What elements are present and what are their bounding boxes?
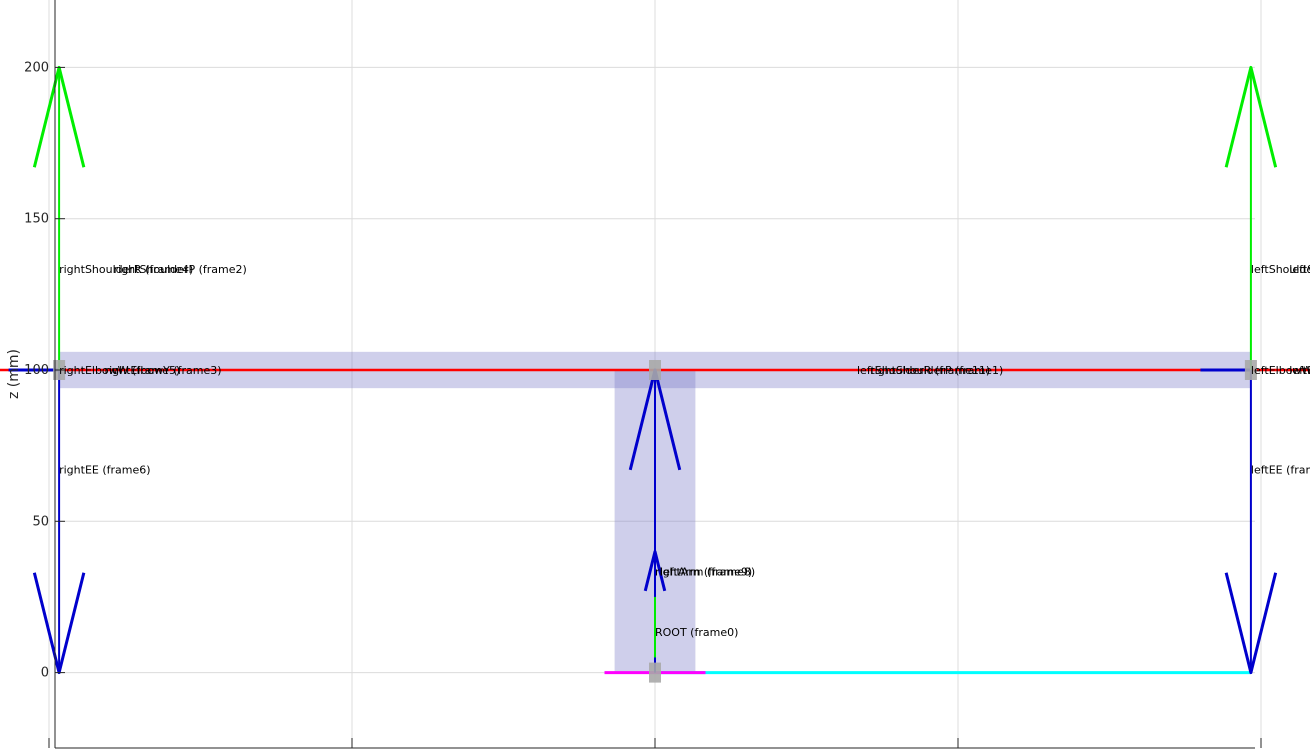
frame-label: rightShoulderP (frame1) [870, 364, 1003, 377]
robot-frame-plot: rightShoulderR (frame4)rightShoulderP (f… [0, 0, 1310, 749]
y-tick-label: 200 [24, 60, 49, 75]
joint-marker [649, 662, 661, 683]
frame-label: rightShoulderP (frame2) [114, 263, 247, 276]
y-tick-label: 100 [24, 363, 49, 378]
frame-label: ROOT (frame0) [655, 626, 738, 639]
frame-label: rightEE (frame6) [59, 464, 150, 477]
frame-label: leftShoulderP (frame2) [1289, 263, 1310, 276]
y-tick-label: 50 [32, 514, 49, 529]
joint-marker [649, 360, 661, 380]
frame-label: leftArm (frame9) [660, 566, 752, 579]
y-tick-label: 150 [24, 212, 49, 227]
y-tick-label: 0 [41, 666, 49, 681]
y-axis-label: z (mm) [6, 349, 22, 399]
frame-label: leftElbowY (frame3) [1289, 364, 1310, 377]
frame-label: leftEE (frame6) [1251, 464, 1310, 477]
frame-label: rightElbowY (frame3) [105, 364, 222, 377]
